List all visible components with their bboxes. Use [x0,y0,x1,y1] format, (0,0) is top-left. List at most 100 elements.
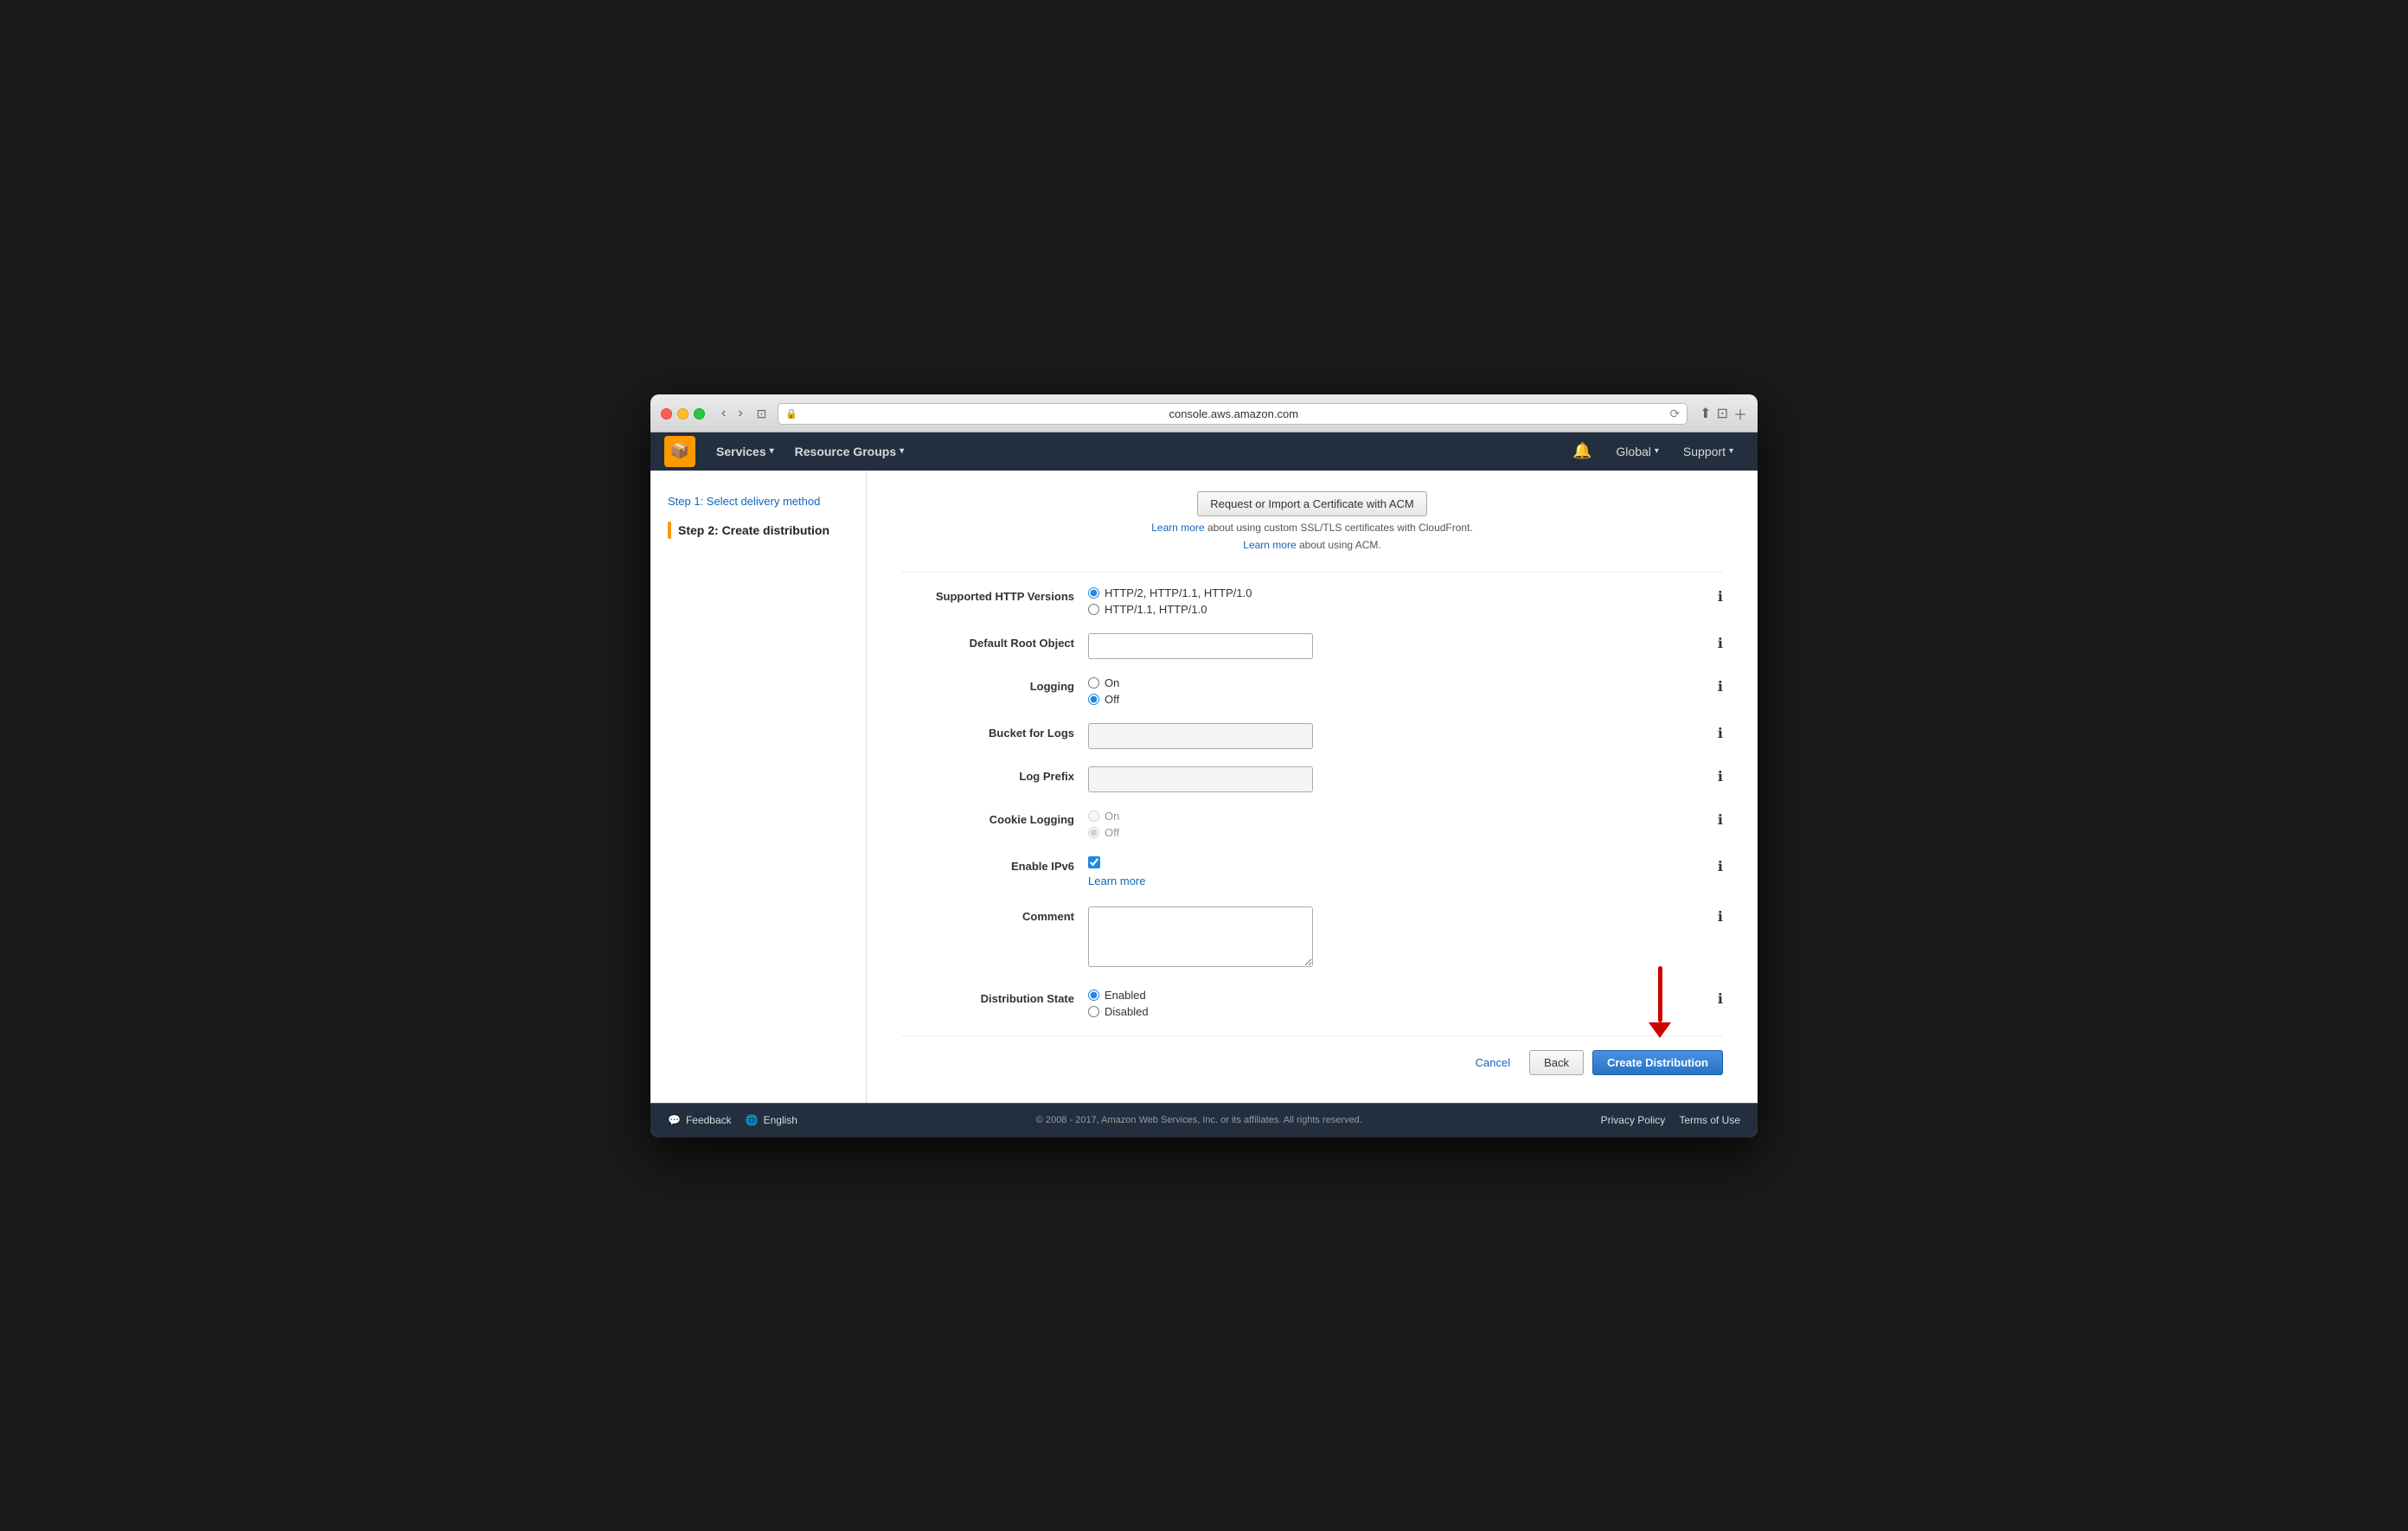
distribution-state-fields: Enabled Disabled [1088,989,1707,1018]
disabled-option[interactable]: Disabled [1088,1005,1707,1018]
comment-label: Comment [901,906,1074,923]
http11-option[interactable]: HTTP/1.1, HTTP/1.0 [1088,603,1707,616]
http2-label: HTTP/2, HTTP/1.1, HTTP/1.0 [1105,586,1252,599]
comment-content: ℹ [1088,906,1723,971]
bottom-actions: Cancel Back Create Distribution [901,1035,1723,1082]
logging-off-radio[interactable] [1088,694,1099,705]
back-button[interactable]: Back [1529,1050,1584,1075]
back-nav-button[interactable]: ‹ [717,404,730,423]
create-distribution-button[interactable]: Create Distribution [1592,1050,1723,1075]
language-item[interactable]: 🌐 English [746,1114,797,1126]
globe-icon: 🌐 [746,1114,759,1126]
log-prefix-row: Log Prefix ℹ [901,766,1723,792]
default-root-label: Default Root Object [901,633,1074,650]
cookie-off-option[interactable]: Off [1088,826,1707,839]
sidebar: Step 1: Select delivery method Step 2: C… [650,471,867,1103]
http2-radio[interactable] [1088,587,1099,599]
fullscreen-button[interactable]: ⊡ [1717,403,1728,424]
bell-nav-item[interactable]: 🔔 [1562,432,1602,471]
sidebar-step2[interactable]: Step 2: Create distribution [650,515,866,546]
services-nav-item[interactable]: Services ▾ [706,432,785,471]
bucket-logs-input[interactable] [1088,723,1313,749]
logging-content: On Off ℹ [1088,676,1723,706]
feedback-icon: 💬 [668,1114,681,1126]
aws-logo[interactable]: 📦 [664,436,695,467]
log-prefix-info-icon[interactable]: ℹ [1718,768,1723,785]
cookie-logging-label: Cookie Logging [901,810,1074,826]
http-versions-label: Supported HTTP Versions [901,586,1074,603]
resource-groups-nav-item[interactable]: Resource Groups ▾ [785,432,915,471]
acm-learn-more-text: Learn more about using ACM. [901,539,1723,551]
cookie-on-radio[interactable] [1088,810,1099,822]
comment-textarea[interactable] [1088,906,1313,967]
red-arrow-annotation [1649,966,1671,1038]
enabled-radio[interactable] [1088,990,1099,1001]
forward-nav-button[interactable]: › [733,404,746,423]
enabled-option[interactable]: Enabled [1088,989,1707,1002]
terms-of-use-link[interactable]: Terms of Use [1679,1114,1740,1126]
learn-more-ipv6-link[interactable]: Learn more [1088,874,1145,887]
cancel-button[interactable]: Cancel [1465,1050,1521,1075]
sidebar-step1[interactable]: Step 1: Select delivery method [650,488,866,515]
default-root-input[interactable] [1088,633,1313,659]
privacy-policy-link[interactable]: Privacy Policy [1601,1114,1666,1126]
ipv6-checkbox[interactable] [1088,856,1100,868]
minimize-button[interactable] [677,408,688,420]
cookie-logging-fields: On Off [1088,810,1707,839]
logging-on-option[interactable]: On [1088,676,1707,689]
logging-on-radio[interactable] [1088,677,1099,689]
learn-more-acm-link[interactable]: Learn more [1243,539,1296,551]
support-label: Support [1683,445,1726,458]
global-nav-item[interactable]: Global ▾ [1605,432,1669,471]
english-label: English [764,1114,797,1126]
bucket-logs-content: ℹ [1088,723,1723,749]
http11-radio[interactable] [1088,604,1099,615]
comment-fields [1088,906,1707,971]
maximize-button[interactable] [694,408,705,420]
disabled-radio[interactable] [1088,1006,1099,1017]
reload-button[interactable]: ⟳ [1669,407,1680,421]
acm-button[interactable]: Request or Import a Certificate with ACM [1197,491,1427,516]
learn-more-ssl-link[interactable]: Learn more [1151,522,1204,534]
http-versions-info-icon[interactable]: ℹ [1718,588,1723,605]
distribution-state-content: Enabled Disabled ℹ [1088,989,1723,1018]
distribution-state-row: Distribution State Enabled Disabled [901,989,1723,1018]
share-button[interactable]: ⬆ [1700,403,1711,424]
http11-label: HTTP/1.1, HTTP/1.0 [1105,603,1207,616]
step2-label: Step 2: Create distribution [678,523,829,537]
distribution-state-info-icon[interactable]: ℹ [1718,990,1723,1008]
footer: 💬 Feedback 🌐 English © 2008 - 2017, Amaz… [650,1103,1758,1137]
browser-window: ‹ › ⊡ 🔒 console.aws.amazon.com ⟳ ⬆ ⊡ ＋ 📦… [650,394,1758,1137]
cookie-on-option[interactable]: On [1088,810,1707,823]
logging-off-option[interactable]: Off [1088,693,1707,706]
logging-label: Logging [901,676,1074,693]
main-container: Step 1: Select delivery method Step 2: C… [650,471,1758,1103]
ipv6-checkbox-option[interactable] [1088,856,1707,868]
support-nav-item[interactable]: Support ▾ [1673,432,1744,471]
cookie-logging-info-icon[interactable]: ℹ [1718,811,1723,829]
http-versions-radio-group: HTTP/2, HTTP/1.1, HTTP/1.0 HTTP/1.1, HTT… [1088,586,1707,616]
bucket-logs-info-icon[interactable]: ℹ [1718,725,1723,742]
close-button[interactable] [661,408,672,420]
log-prefix-input[interactable] [1088,766,1313,792]
distribution-state-radio-group: Enabled Disabled [1088,989,1707,1018]
footer-left: 💬 Feedback 🌐 English [668,1114,797,1126]
cookie-off-radio[interactable] [1088,827,1099,838]
comment-info-icon[interactable]: ℹ [1718,908,1723,926]
resource-groups-caret-icon: ▾ [900,446,904,456]
browser-nav-buttons: ‹ › ⊡ [717,404,771,423]
cookie-logging-content: On Off ℹ [1088,810,1723,839]
nav-right-section: 🔔 Global ▾ Support ▾ [1562,432,1744,471]
default-root-info-icon[interactable]: ℹ [1718,635,1723,652]
new-tab-button[interactable]: ＋ [1733,403,1747,424]
address-text: console.aws.amazon.com [803,407,1664,420]
log-prefix-content: ℹ [1088,766,1723,792]
logging-off-label: Off [1105,693,1119,706]
global-label: Global [1616,445,1650,458]
address-bar[interactable]: 🔒 console.aws.amazon.com ⟳ [778,403,1688,425]
logging-info-icon[interactable]: ℹ [1718,678,1723,695]
reader-button[interactable]: ⊡ [752,404,772,423]
feedback-item[interactable]: 💬 Feedback [668,1114,732,1126]
http2-option[interactable]: HTTP/2, HTTP/1.1, HTTP/1.0 [1088,586,1707,599]
ipv6-info-icon[interactable]: ℹ [1718,858,1723,875]
